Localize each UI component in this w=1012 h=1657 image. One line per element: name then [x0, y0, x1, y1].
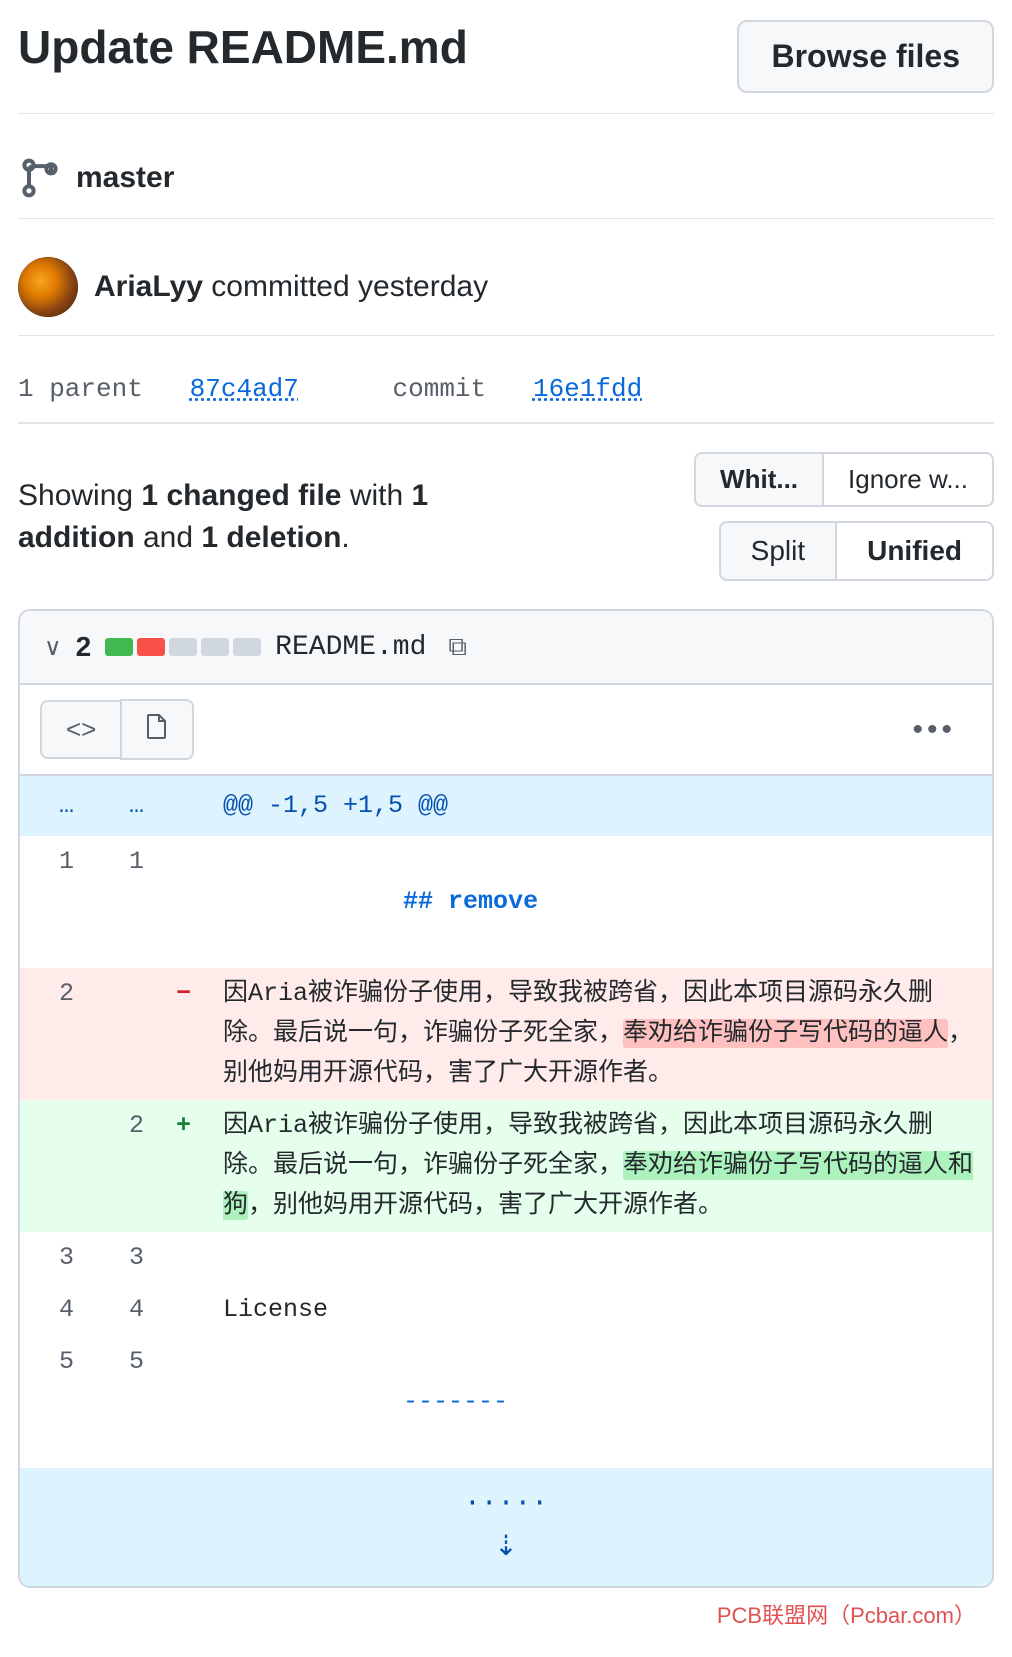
stat-block-gray1 — [169, 638, 197, 656]
table-row: 2 + 因Aria被诈骗份子使用，导致我被跨省，因此本项目源码永久删除。最后说一… — [20, 1100, 992, 1232]
line-num-new: 5 — [90, 1336, 160, 1468]
line-num-new: 3 — [90, 1232, 160, 1284]
watermark: PCB联盟网（Pcbar.com） — [18, 1588, 994, 1636]
table-row: 5 5 ------- — [20, 1336, 992, 1468]
diff-highlight-add: 奉劝给诈骗份子写代码的逼人和狗 — [223, 1151, 973, 1220]
diff-dashes: ------- — [403, 1387, 508, 1416]
view-controls: Whit... Ignore w... Split Unified — [694, 452, 994, 581]
code-view-button[interactable]: <> — [40, 700, 120, 759]
browse-files-button[interactable]: Browse files — [737, 20, 994, 93]
unified-view-button[interactable]: Unified — [835, 521, 994, 581]
stats-description: Showing 1 changed file with 1 addition a… — [18, 475, 478, 559]
whitespace-button[interactable]: Whit... — [694, 452, 822, 507]
diff-sign — [160, 836, 207, 968]
collapse-icon[interactable]: ∨ — [44, 633, 62, 662]
diff-sign — [160, 1284, 207, 1336]
author-name[interactable]: AriaLyy — [94, 270, 203, 303]
hunk-line-num-old: … — [20, 776, 90, 836]
diff-content: 因Aria被诈骗份子使用，导致我被跨省，因此本项目源码永久删除。最后说一句，诈骗… — [207, 968, 992, 1100]
hunk-line-num-new: … — [90, 776, 160, 836]
table-row: 2 − 因Aria被诈骗份子使用，导致我被跨省，因此本项目源码永久删除。最后说一… — [20, 968, 992, 1100]
copy-file-path-icon[interactable]: ⧉ — [448, 631, 467, 663]
diff-content: ## remove — [207, 836, 992, 968]
line-num-old: 2 — [20, 968, 90, 1100]
line-num-new: 2 — [90, 1100, 160, 1232]
diff-sign: − — [160, 968, 207, 1100]
branch-icon — [18, 156, 62, 200]
diff-highlight-del: 奉劝给诈骗份子写代码的逼人 — [623, 1019, 948, 1048]
expand-arrows-icon[interactable]: ·····⇣ — [464, 1488, 548, 1564]
stat-block-gray2 — [201, 638, 229, 656]
diff-stat-bar — [105, 638, 261, 656]
parent-label: 1 parent — [18, 374, 143, 404]
avatar — [18, 257, 78, 317]
diff-content: ------- — [207, 1336, 992, 1468]
diff-container: ∨ 2 README.md ⧉ <> ••• — [18, 609, 994, 1588]
diff-sign: + — [160, 1100, 207, 1232]
hunk-text: @@ -1,5 +1,5 @@ — [207, 776, 992, 836]
branch-name: master — [76, 161, 174, 195]
stat-block-red1 — [137, 638, 165, 656]
line-num-new: 1 — [90, 836, 160, 968]
diff-heading: ## remove — [403, 887, 538, 916]
commit-action-label: committed — [211, 270, 349, 303]
diff-sign — [160, 1336, 207, 1468]
line-num-new — [90, 968, 160, 1100]
table-row: 1 1 ## remove — [20, 836, 992, 968]
commit-time-value: yesterday — [358, 270, 488, 303]
diff-hunk-header: … … @@ -1,5 +1,5 @@ — [20, 776, 992, 836]
table-row: 4 4 License — [20, 1284, 992, 1336]
hunk-sign — [160, 776, 207, 836]
file-view-button[interactable] — [120, 699, 194, 760]
diff-content: 因Aria被诈骗份子使用，导致我被跨省，因此本项目源码永久删除。最后说一句，诈骗… — [207, 1100, 992, 1232]
line-num-old: 3 — [20, 1232, 90, 1284]
parent-hash[interactable]: 87c4ad7 — [190, 374, 299, 404]
diff-content — [207, 1232, 992, 1284]
stat-block-green1 — [105, 638, 133, 656]
line-num-old: 4 — [20, 1284, 90, 1336]
commit-title: Update README.md — [18, 20, 468, 75]
diff-content: License — [207, 1284, 992, 1336]
expand-row[interactable]: ·····⇣ — [20, 1468, 992, 1586]
change-count: 2 — [76, 631, 92, 663]
ignore-whitespace-button[interactable]: Ignore w... — [822, 452, 994, 507]
line-num-old — [20, 1100, 90, 1232]
diff-file-header: ∨ 2 README.md ⧉ — [20, 611, 992, 685]
file-name: README.md — [275, 632, 426, 663]
commit-label: commit — [393, 374, 487, 404]
diff-toolbar: <> ••• — [20, 685, 992, 776]
line-num-new: 4 — [90, 1284, 160, 1336]
stat-block-gray3 — [233, 638, 261, 656]
diff-table: … … @@ -1,5 +1,5 @@ 1 1 ## remove 2 — [20, 776, 992, 1586]
split-view-button[interactable]: Split — [719, 521, 835, 581]
more-options-icon[interactable]: ••• — [896, 705, 972, 755]
line-num-old: 1 — [20, 836, 90, 968]
commit-hash[interactable]: 16e1fdd — [533, 374, 642, 404]
table-row: 3 3 — [20, 1232, 992, 1284]
diff-sign — [160, 1232, 207, 1284]
line-num-old: 5 — [20, 1336, 90, 1468]
